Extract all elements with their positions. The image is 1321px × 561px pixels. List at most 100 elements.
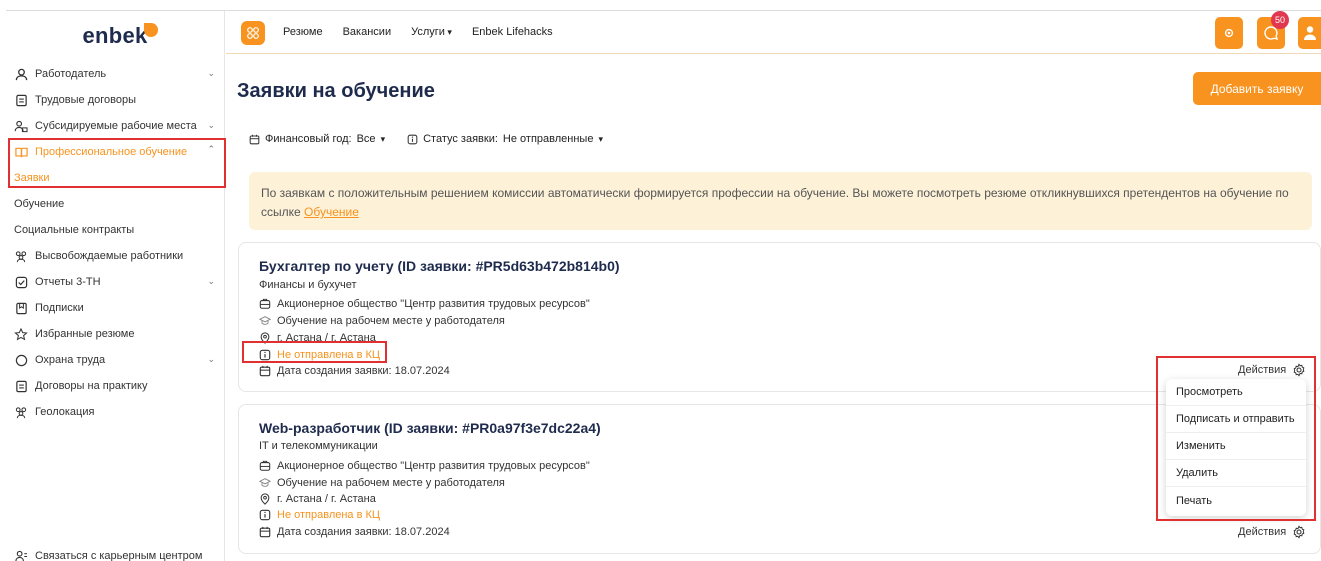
menu-item-view[interactable]: Просмотреть <box>1166 379 1306 406</box>
request-card: Бухгалтер по учету (ID заявки: #PR5d63b4… <box>238 242 1321 392</box>
menu-item-sign-and-send[interactable]: Подписать и отправить <box>1166 406 1306 433</box>
sidebar-item-label: Социальные контракты <box>14 224 135 236</box>
card-status: Не отправлена в КЦ <box>259 349 380 361</box>
notice-link-training[interactable]: Обучение <box>304 205 359 219</box>
organization-text: Акционерное общество "Центр развития тру… <box>277 460 590 472</box>
user-contact-icon <box>14 549 28 561</box>
date-text: Дата создания заявки: 18.07.2024 <box>277 526 450 538</box>
sidebar-item-practice-contracts[interactable]: Договоры на практику <box>6 373 225 399</box>
graduation-cap-icon <box>259 478 271 487</box>
card-title[interactable]: Web-разработчик (ID заявки: #PR0a97f3e7d… <box>259 420 601 436</box>
location-pin-icon <box>260 493 270 505</box>
users-icon <box>14 119 28 133</box>
sidebar-item-label: Подписки <box>35 302 84 314</box>
nav-vacancies[interactable]: Вакансии <box>343 26 392 38</box>
card-category: Финансы и бухучет <box>259 279 357 291</box>
menu-item-delete[interactable]: Удалить <box>1166 460 1306 487</box>
sidebar-item-label: Обучение <box>14 198 65 210</box>
nav-lifehacks[interactable]: Enbek Lifehacks <box>472 26 553 38</box>
sidebar-subitem-requests[interactable]: Заявки <box>6 165 225 191</box>
info-notice: По заявкам с положительным решением коми… <box>249 172 1312 230</box>
sidebar-subitem-training[interactable]: Обучение <box>6 191 225 217</box>
logo[interactable]: enbek <box>6 11 224 61</box>
circle-icon <box>14 353 28 367</box>
chevron-down-icon: ⌄ <box>207 120 215 130</box>
sidebar-item-label: Избранные резюме <box>35 328 135 340</box>
sidebar-item-subsidized-jobs[interactable]: Субсидируемые рабочие места ⌄ <box>6 113 225 139</box>
sidebar-item-label: Субсидируемые рабочие места <box>35 120 197 132</box>
filter-financial-year[interactable]: Финансовый год: Все <box>249 133 385 145</box>
graduation-cap-icon <box>259 316 271 325</box>
sidebar-subitem-social-contracts[interactable]: Социальные контракты <box>6 217 225 243</box>
menu-item-print[interactable]: Печать <box>1166 487 1306 514</box>
sidebar-item-label: Отчеты 3-ТН <box>35 276 101 288</box>
group-icon <box>14 249 28 263</box>
chevron-down-icon: ⌄ <box>207 354 215 364</box>
location-pin-icon <box>260 332 270 344</box>
card-date: Дата создания заявки: 18.07.2024 <box>259 526 450 538</box>
add-request-button[interactable]: Добавить заявку <box>1193 72 1321 105</box>
status-text: Не отправлена в КЦ <box>277 509 381 521</box>
card-organization: Акционерное общество "Центр развития тру… <box>259 460 590 472</box>
card-location: г. Астана / г. Астана <box>259 493 376 505</box>
sidebar-item-subscriptions[interactable]: Подписки <box>6 295 225 321</box>
logo-mark-icon <box>144 23 158 37</box>
chevron-down-icon: ⌄ <box>207 276 215 286</box>
filter-request-status[interactable]: Статус заявки: Не отправленные <box>407 133 603 145</box>
card-date: Дата создания заявки: 18.07.2024 <box>259 365 450 377</box>
sidebar-item-label: Заявки <box>14 172 50 184</box>
card-category: IT и телекоммуникации <box>259 440 378 452</box>
gear-icon <box>1293 525 1305 539</box>
card-title[interactable]: Бухгалтер по учету (ID заявки: #PR5d63b4… <box>259 258 620 274</box>
actions-toggle[interactable]: Действия <box>1238 363 1306 377</box>
top-bar: Резюме Вакансии Услуги Enbek Lifehacks 5… <box>226 11 1321 54</box>
sidebar-item-label: Договоры на практику <box>35 380 148 392</box>
sidebar-item-label: Профессиональное обучение <box>35 146 188 158</box>
actions-label: Действия <box>1238 526 1287 538</box>
sidebar-item-employer[interactable]: Работодатель ⌄ <box>6 61 225 87</box>
apps-grid-icon <box>247 27 259 39</box>
messages-button[interactable]: 50 <box>1257 11 1289 49</box>
visibility-button[interactable] <box>1215 17 1243 49</box>
bookmark-icon <box>14 301 28 315</box>
profile-button[interactable] <box>1298 17 1321 49</box>
sidebar-item-label: Работодатель <box>35 68 107 80</box>
star-icon <box>14 327 28 341</box>
apps-grid-button[interactable] <box>241 21 265 45</box>
building-icon <box>259 460 271 471</box>
sidebar-item-geolocation[interactable]: Геолокация <box>6 399 225 425</box>
card-status: Не отправлена в КЦ <box>259 509 380 521</box>
sidebar-item-favorite-resumes[interactable]: Избранные резюме <box>6 321 225 347</box>
info-icon <box>407 134 418 144</box>
sidebar-item-labor-safety[interactable]: Охрана труда ⌄ <box>6 347 225 373</box>
actions-toggle[interactable]: Действия <box>1238 525 1306 539</box>
sidebar-contact-career-center[interactable]: Связаться с карьерным центром <box>6 543 225 561</box>
filters-bar: Финансовый год: Все Статус заявки: Не от… <box>249 133 603 145</box>
sidebar-item-professional-training[interactable]: Профессиональное обучение ⌃ <box>6 139 225 165</box>
check-square-icon <box>14 275 28 289</box>
filter-year-value: Все <box>356 133 376 145</box>
page-title: Заявки на обучение <box>237 80 435 102</box>
calendar-icon <box>259 365 271 377</box>
location-text: г. Астана / г. Астана <box>277 332 376 344</box>
sidebar-item-labor-contracts[interactable]: Трудовые договоры <box>6 87 225 113</box>
filter-year-label: Финансовый год: <box>265 133 352 145</box>
status-text: Не отправлена в КЦ <box>277 349 381 361</box>
sidebar-contact-label: Связаться с карьерным центром <box>35 550 203 561</box>
sidebar-item-reports[interactable]: Отчеты 3-ТН ⌄ <box>6 269 225 295</box>
group-icon <box>14 405 28 419</box>
card-training-type: Обучение на рабочем месте у работодателя <box>259 477 505 489</box>
card-training-type: Обучение на рабочем месте у работодателя <box>259 315 505 327</box>
nav-services[interactable]: Услуги <box>411 26 452 38</box>
nav-resume[interactable]: Резюме <box>283 26 323 38</box>
menu-item-edit[interactable]: Изменить <box>1166 433 1306 460</box>
sidebar: enbek Работодатель ⌄ Трудовые договоры С… <box>6 11 225 561</box>
user-icon <box>14 67 28 81</box>
filter-status-label: Статус заявки: <box>423 133 498 145</box>
actions-dropdown-menu: Просмотреть Подписать и отправить Измени… <box>1166 379 1306 516</box>
logo-text: enbek <box>82 23 148 48</box>
sidebar-item-released-workers[interactable]: Высвобождаемые работники <box>6 243 225 269</box>
eye-icon <box>1224 28 1234 38</box>
document-icon <box>14 93 28 107</box>
sidebar-item-label: Высвобождаемые работники <box>35 250 184 262</box>
